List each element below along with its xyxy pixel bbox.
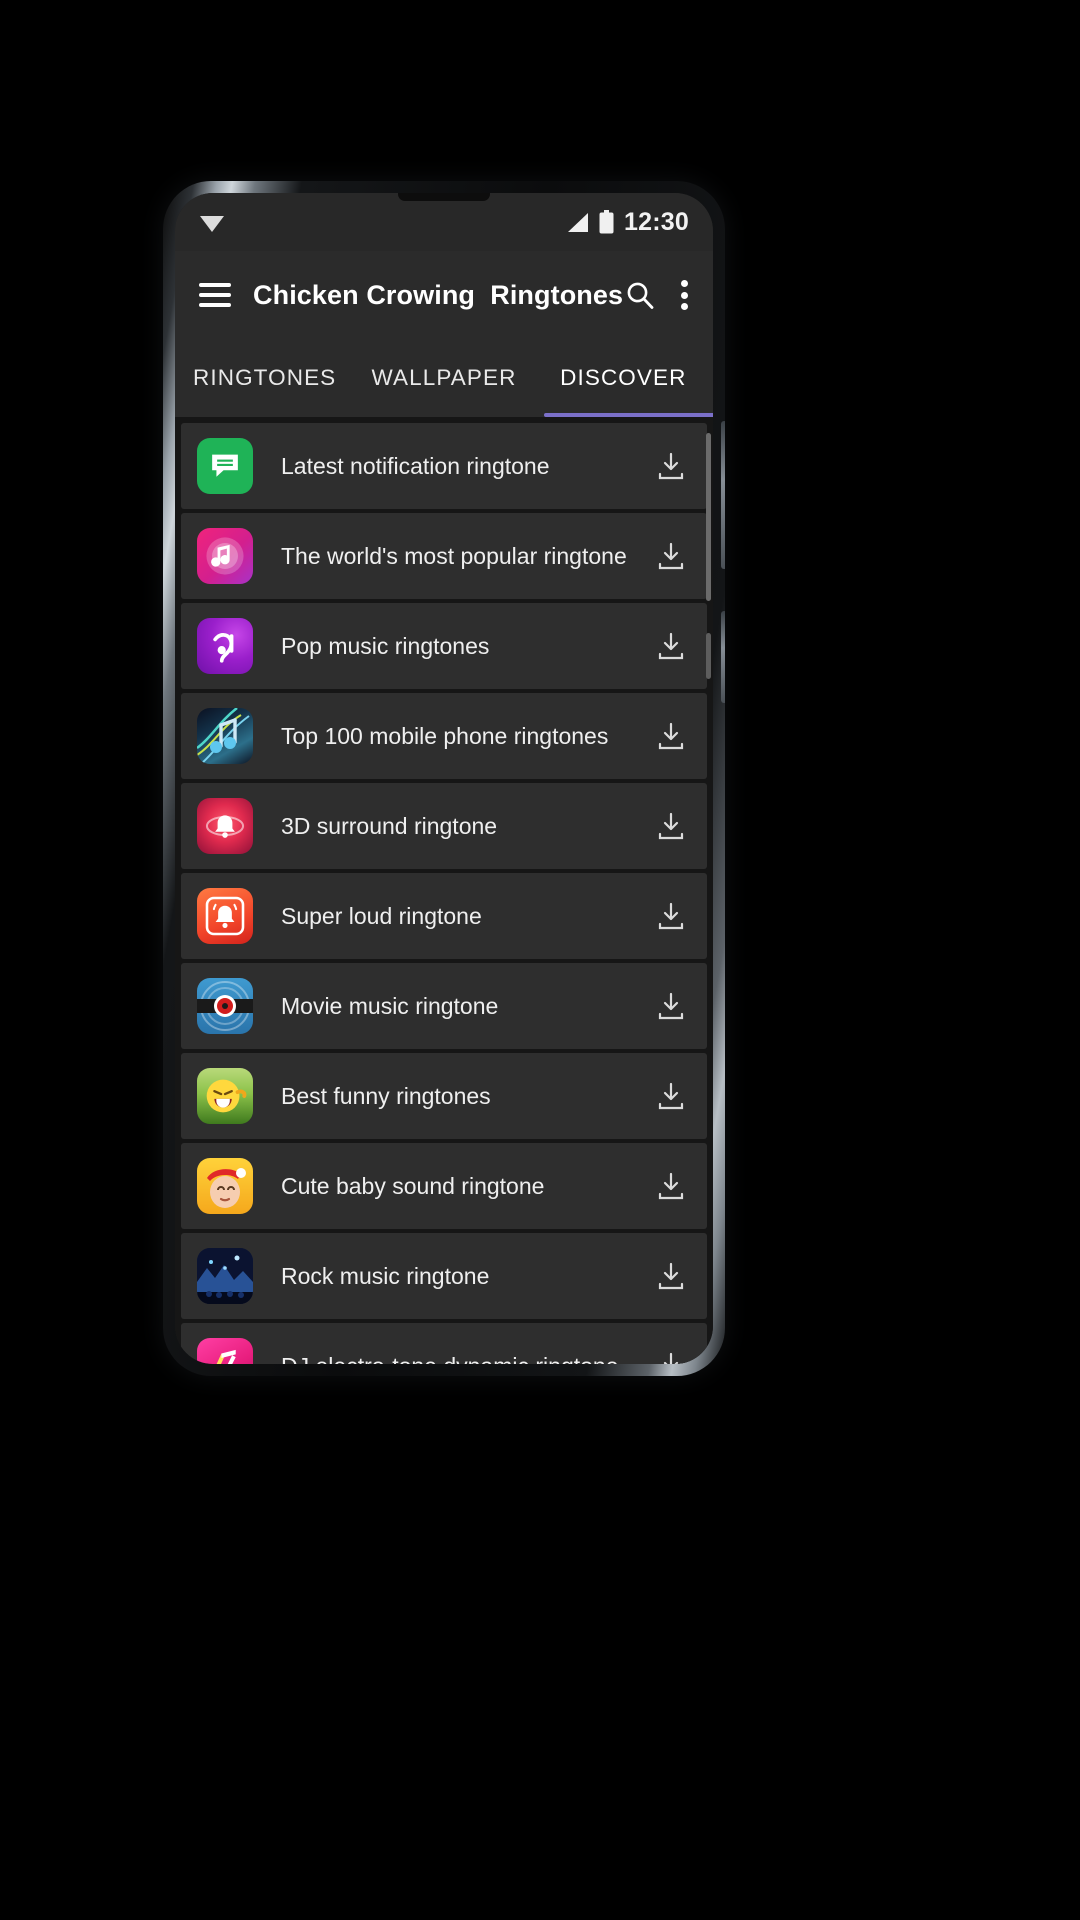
baby-face-icon bbox=[197, 1158, 253, 1214]
list-item-label: Rock music ringtone bbox=[281, 1262, 490, 1289]
more-vertical-icon[interactable] bbox=[681, 280, 689, 310]
scrollbar-thumb-secondary[interactable] bbox=[706, 633, 711, 679]
download-icon[interactable] bbox=[657, 722, 685, 750]
page-title: Chicken Crowing Ringtones bbox=[253, 279, 624, 310]
list-item[interactable]: DJ electro-tone dynamic ringtone bbox=[181, 1323, 707, 1364]
download-icon[interactable] bbox=[657, 992, 685, 1020]
download-icon[interactable] bbox=[657, 632, 685, 660]
list-item-label: Best funny ringtones bbox=[281, 1082, 491, 1109]
list-item-label: Pop music ringtones bbox=[281, 632, 490, 659]
tab-label: RINGTONES bbox=[193, 365, 337, 390]
music-note-circle-icon bbox=[197, 528, 253, 584]
list-item-label: DJ electro-tone dynamic ringtone bbox=[281, 1353, 619, 1365]
signal-icon bbox=[565, 212, 589, 233]
tab-ringtones[interactable]: RINGTONES bbox=[175, 339, 354, 417]
wifi-icon bbox=[199, 212, 225, 233]
status-bar: 12:30 bbox=[175, 193, 713, 251]
rock-concert-icon bbox=[197, 1248, 253, 1304]
tab-label: WALLPAPER bbox=[371, 365, 517, 390]
list-item[interactable]: The world's most popular ringtone bbox=[181, 513, 707, 599]
list-item[interactable]: Cute baby sound ringtone bbox=[181, 1143, 707, 1229]
download-icon[interactable] bbox=[657, 542, 685, 570]
list-item[interactable]: Top 100 mobile phone ringtones bbox=[181, 693, 707, 779]
list-item[interactable]: Latest notification ringtone bbox=[181, 423, 707, 509]
battery-icon bbox=[599, 210, 614, 234]
list-item-label: Top 100 mobile phone ringtones bbox=[281, 722, 609, 749]
double-note-art-icon bbox=[197, 708, 253, 764]
list-item-label: Latest notification ringtone bbox=[281, 452, 550, 479]
list-item-label: Cute baby sound ringtone bbox=[281, 1172, 545, 1199]
film-reel-icon bbox=[197, 978, 253, 1034]
power-button[interactable] bbox=[721, 611, 725, 703]
download-icon[interactable] bbox=[657, 452, 685, 480]
list-item[interactable]: Best funny ringtones bbox=[181, 1053, 707, 1139]
list-item-label: Movie music ringtone bbox=[281, 992, 499, 1019]
list-item-label: Super loud ringtone bbox=[281, 902, 482, 929]
scrollbar-thumb[interactable] bbox=[706, 433, 711, 601]
search-icon[interactable] bbox=[625, 280, 655, 310]
ringtone-list[interactable]: Latest notification ringtone The world's… bbox=[175, 417, 713, 1364]
list-item[interactable]: Movie music ringtone bbox=[181, 963, 707, 1049]
download-icon[interactable] bbox=[657, 812, 685, 840]
status-icons: 12:30 bbox=[565, 208, 689, 237]
loud-bell-icon bbox=[197, 888, 253, 944]
bell-3d-icon bbox=[197, 798, 253, 854]
notch bbox=[398, 193, 490, 201]
list-item-label: The world's most popular ringtone bbox=[281, 542, 627, 569]
download-icon[interactable] bbox=[657, 1262, 685, 1290]
phone-screen: 12:30 Chicken Crowing Ringtones RINGTONE… bbox=[175, 193, 713, 1364]
list-item[interactable]: Super loud ringtone bbox=[181, 873, 707, 959]
download-icon[interactable] bbox=[657, 1082, 685, 1110]
status-clock: 12:30 bbox=[624, 207, 689, 236]
download-icon[interactable] bbox=[657, 902, 685, 930]
list-item[interactable]: 3D surround ringtone bbox=[181, 783, 707, 869]
hamburger-menu-icon[interactable] bbox=[199, 283, 231, 307]
music-swirl-icon bbox=[197, 618, 253, 674]
list-item-label: 3D surround ringtone bbox=[281, 812, 498, 839]
tab-discover[interactable]: DISCOVER bbox=[534, 339, 713, 417]
volume-button[interactable] bbox=[721, 421, 725, 569]
app-bar: Chicken Crowing Ringtones bbox=[175, 251, 713, 339]
download-icon[interactable] bbox=[657, 1172, 685, 1200]
laughing-emoji-icon bbox=[197, 1068, 253, 1124]
phone-frame: 12:30 Chicken Crowing Ringtones RINGTONE… bbox=[163, 181, 725, 1376]
chat-bubble-icon bbox=[197, 438, 253, 494]
list-item[interactable]: Rock music ringtone bbox=[181, 1233, 707, 1319]
download-icon[interactable] bbox=[657, 1352, 685, 1364]
list-item[interactable]: Pop music ringtones bbox=[181, 603, 707, 689]
tab-bar: RINGTONES WALLPAPER DISCOVER bbox=[175, 339, 713, 417]
tab-label: DISCOVER bbox=[560, 365, 687, 390]
dj-note-icon bbox=[197, 1338, 253, 1364]
app-bar-actions bbox=[625, 280, 689, 310]
tab-wallpaper[interactable]: WALLPAPER bbox=[354, 339, 533, 417]
